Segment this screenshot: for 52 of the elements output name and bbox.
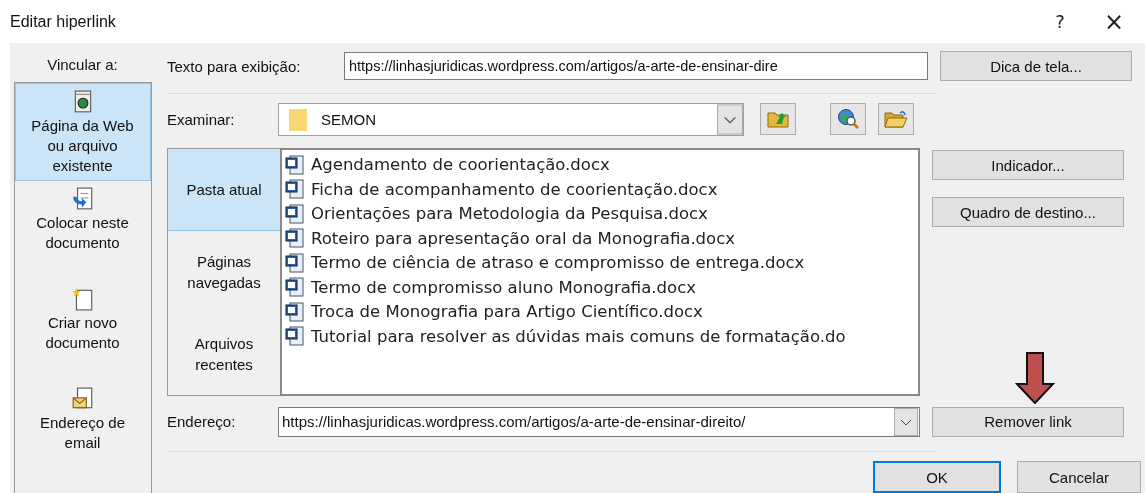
link-type-item[interactable]: Endereço de email <box>14 381 151 481</box>
file-name[interactable]: Agendamento de coorientação.docx <box>311 155 610 174</box>
link-type-item[interactable]: Colocar neste documento <box>14 181 151 281</box>
browse-tab[interactable]: Páginas navegadas <box>168 231 280 314</box>
display-text-label: Texto para exibição: <box>167 57 302 75</box>
link-to-label: Vincular a: <box>47 56 118 73</box>
side-button[interactable]: Indicador... <box>932 150 1124 181</box>
open-folder-button[interactable] <box>878 103 914 135</box>
file-name[interactable]: Ficha de acompanhamento de coorientação.docx <box>311 179 718 199</box>
address-label: Endereço: <box>167 413 237 431</box>
browse-tab[interactable]: Pasta atual <box>168 149 280 232</box>
new-document-icon <box>70 287 95 311</box>
browse-tab[interactable]: Arquivos recentes <box>168 313 280 396</box>
word-document-icon <box>285 277 305 297</box>
window-title: Editar hiperlink <box>10 12 117 31</box>
word-document-icon <box>285 228 305 248</box>
folder-up-icon <box>767 110 789 128</box>
folder-dropdown[interactable]: SEMON <box>278 102 744 136</box>
word-document-icon <box>285 301 305 322</box>
folder-icon <box>289 107 307 131</box>
help-button[interactable]: ? <box>1037 6 1083 37</box>
file-name[interactable]: Tutorial para resolver as dúvidas mais comuns de formatação.do <box>311 326 846 346</box>
file-name[interactable]: Termo de ciência de atraso e compromisso de entrega.docx <box>311 253 805 272</box>
word-document-icon <box>285 154 305 175</box>
chevron-down-icon <box>893 407 919 436</box>
file-name[interactable]: Troca de Monografia para Artigo Científico.docx <box>311 302 703 321</box>
browse-label: Examinar: <box>167 110 236 128</box>
link-type-item[interactable]: Página da Web ou arquivo existente <box>14 83 151 181</box>
display-text-field[interactable]: https://linhasjuridicas.wordpress.com/artigos/a-arte-de-ensinar-dire <box>344 52 928 81</box>
dialog-button[interactable]: Cancelar <box>1017 461 1141 493</box>
remove-link-button[interactable]: Remover link <box>932 406 1124 437</box>
email-document-icon <box>70 387 95 411</box>
file-name[interactable]: Roteiro para apresentação oral da Monografia.docx <box>311 228 736 248</box>
link-type-item[interactable]: Criar novo documento <box>14 281 151 381</box>
document-arrow-icon <box>70 187 95 211</box>
word-document-icon <box>285 326 305 346</box>
close-button[interactable]: × <box>1091 6 1137 37</box>
word-document-icon <box>285 203 305 224</box>
down-arrow-icon <box>1015 352 1055 405</box>
globe-search-icon <box>837 108 859 130</box>
web-search-button[interactable] <box>830 103 866 135</box>
side-button[interactable]: Quadro de destino... <box>932 197 1124 228</box>
up-folder-button[interactable] <box>760 103 796 135</box>
word-document-icon <box>285 179 305 199</box>
open-folder-icon <box>884 110 908 128</box>
chevron-down-icon <box>717 103 743 135</box>
dialog-button[interactable]: OK <box>873 461 1001 493</box>
file-name[interactable]: Orientações para Metodologia da Pesquisa.docx <box>311 204 708 223</box>
address-field[interactable]: https://linhasjuridicas.wordpress.com/artigos/a-arte-de-ensinar-direito/ <box>278 406 920 437</box>
word-document-icon <box>285 252 305 273</box>
file-name[interactable]: Termo de compromisso aluno Monografia.docx <box>311 277 696 297</box>
screen-tip-button[interactable]: Dica de tela... <box>940 51 1132 82</box>
